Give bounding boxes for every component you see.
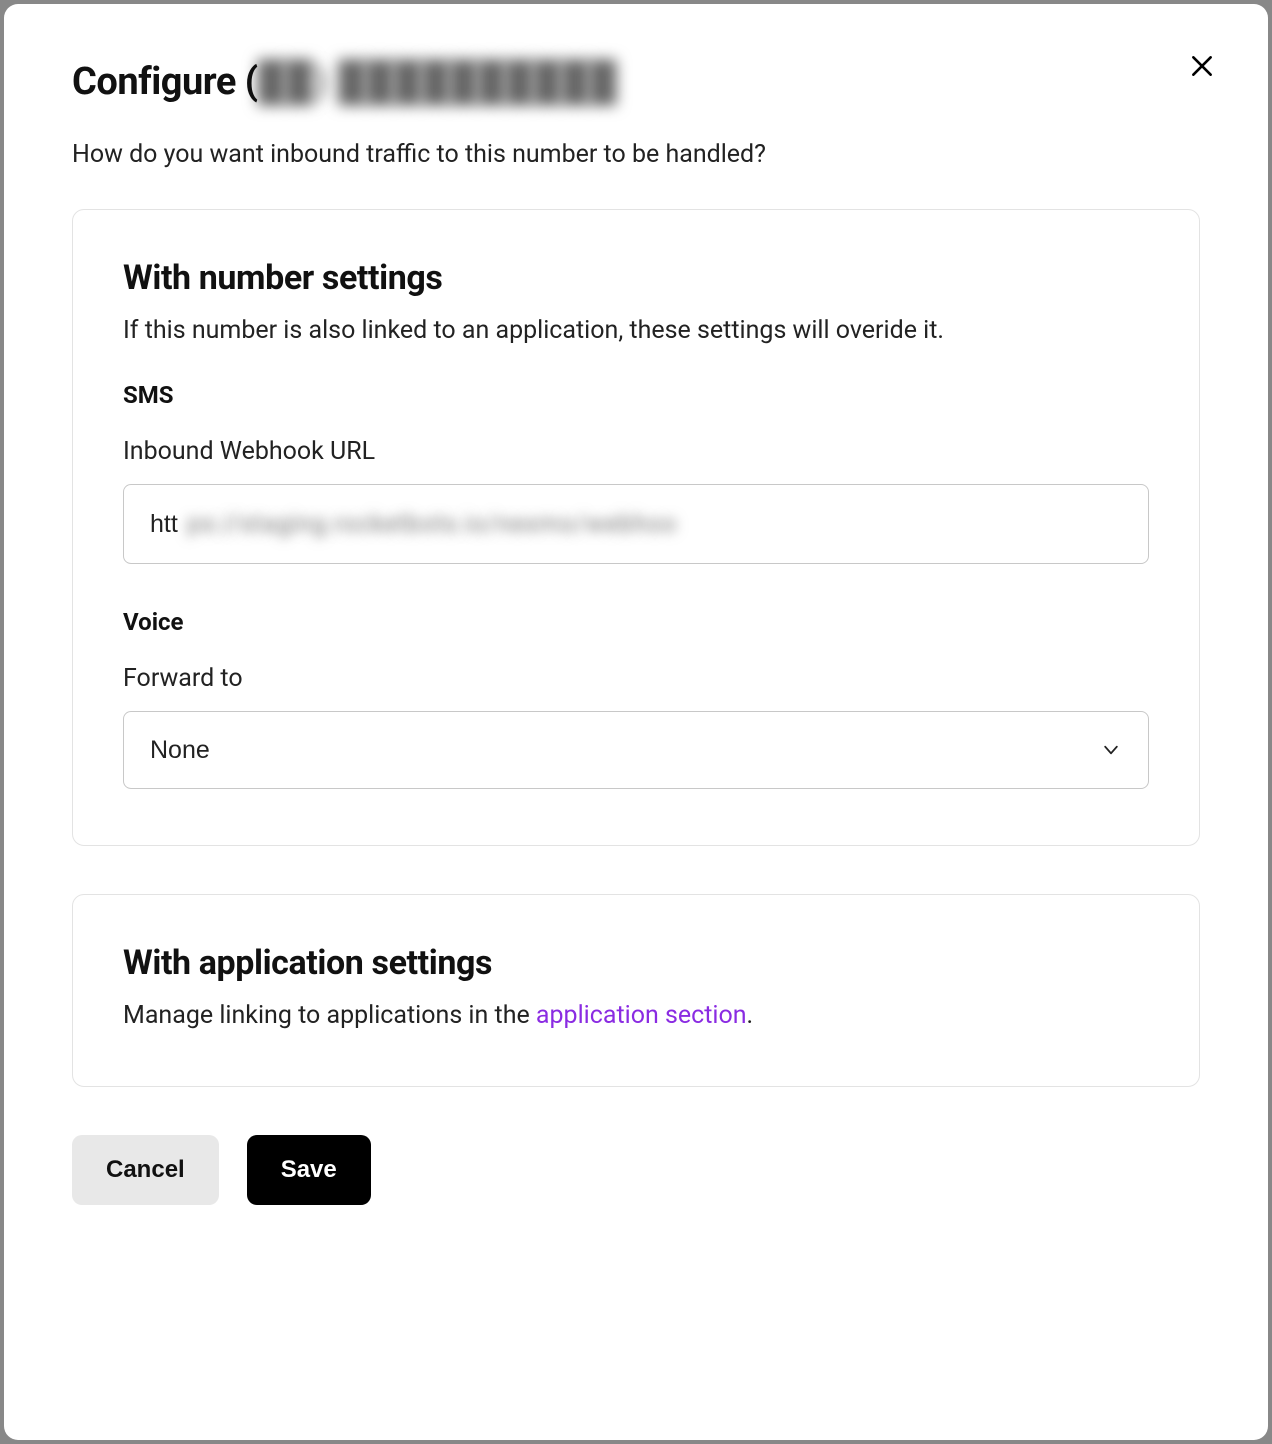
sms-heading: SMS	[123, 381, 1149, 409]
configure-number-dialog: Configure (██) ██████████ How do you wan…	[4, 4, 1268, 1440]
cancel-button[interactable]: Cancel	[72, 1135, 219, 1205]
title-prefix: Configure (	[72, 60, 258, 104]
dialog-subtitle: How do you want inbound traffic to this …	[72, 140, 1200, 169]
inbound-webhook-input-wrap: ps://staging.rocketbots.io/nexmo/webhoo	[123, 484, 1149, 564]
close-icon	[1189, 53, 1215, 79]
number-settings-card: With number settings If this number is a…	[72, 209, 1200, 846]
application-section-link[interactable]: application section	[536, 1001, 747, 1030]
application-settings-title: With application settings	[123, 943, 1149, 983]
forward-to-label: Forward to	[123, 664, 1149, 693]
forward-to-select-wrap: None	[123, 711, 1149, 789]
application-settings-card: With application settings Manage linking…	[72, 894, 1200, 1087]
inbound-webhook-label: Inbound Webhook URL	[123, 437, 1149, 466]
number-settings-title: With number settings	[123, 258, 1149, 298]
dialog-actions: Cancel Save	[72, 1135, 1200, 1205]
application-settings-description: Manage linking to applications in the ap…	[123, 1001, 1149, 1030]
save-button[interactable]: Save	[247, 1135, 371, 1205]
forward-to-select[interactable]: None	[123, 711, 1149, 789]
voice-heading: Voice	[123, 608, 1149, 636]
title-redacted-number: ██) ██████████	[258, 60, 618, 104]
dialog-title: Configure (██) ██████████	[72, 60, 1200, 104]
close-button[interactable]	[1180, 44, 1224, 88]
inbound-webhook-input[interactable]	[123, 484, 1149, 564]
number-settings-description: If this number is also linked to an appl…	[123, 316, 1149, 345]
